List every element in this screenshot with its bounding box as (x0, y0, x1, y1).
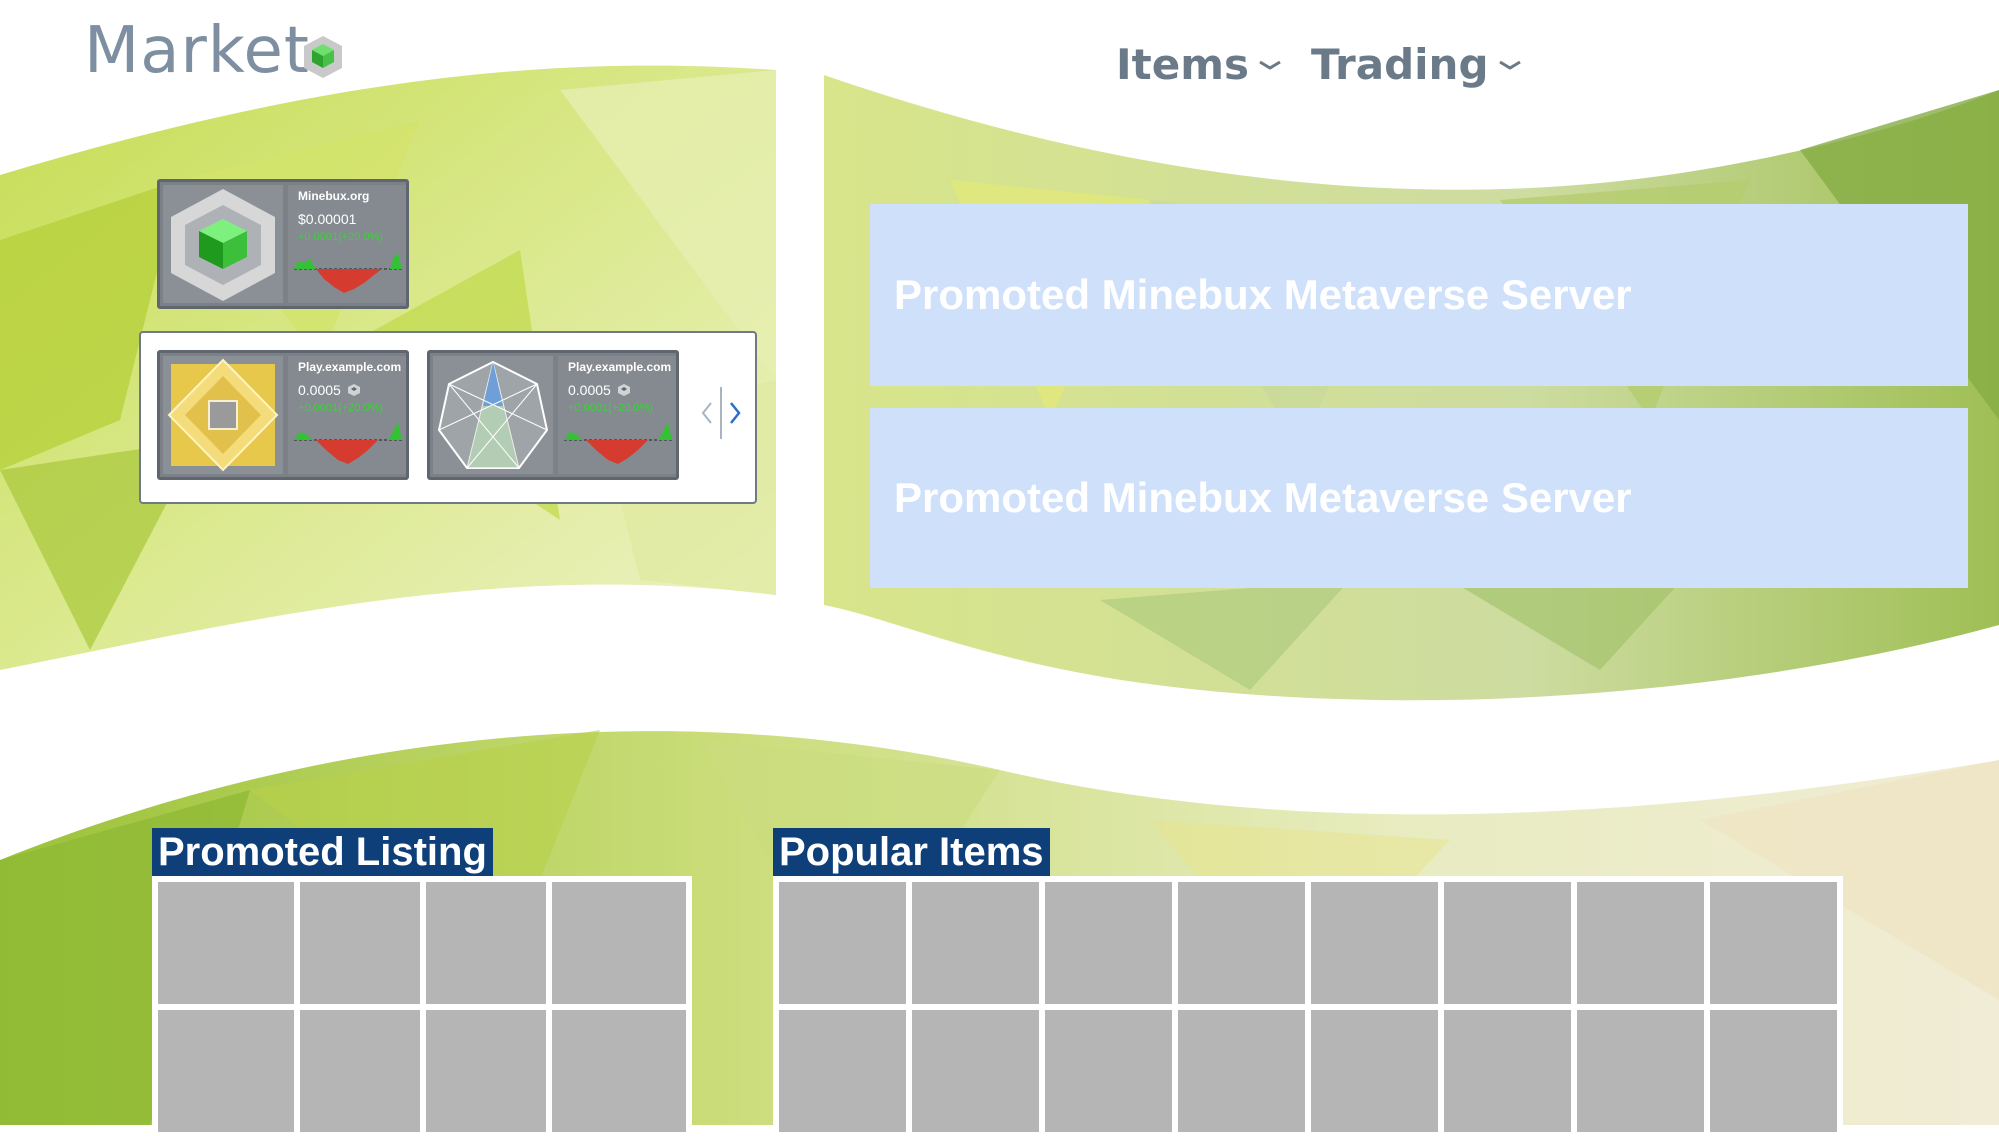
ticker-carousel: Play.example.com 0.0005 +0.0001(+20.0%) (139, 331, 757, 504)
ticker-site: Minebux.org (298, 189, 370, 203)
ticker-site: Play.example.com (298, 360, 402, 374)
promoted-listing-slot[interactable] (300, 882, 420, 1004)
green-cube-icon (304, 36, 342, 78)
popular-item-slot[interactable] (1311, 882, 1438, 1004)
featured-ticker-card[interactable]: Minebux.org $0.00001 +0.0001(+20.0%) (157, 179, 409, 309)
coin-icon (617, 384, 630, 396)
promoted-listing-slot[interactable] (552, 882, 686, 1004)
promoted-listing-grid (152, 876, 692, 1136)
ticker-card-2[interactable]: Play.example.com 0.0005 +0.0001(+20.0%) (427, 350, 679, 480)
popular-item-slot[interactable] (1045, 1010, 1172, 1132)
ticker-change: +0.0001(+20.0%) (298, 231, 384, 243)
promoted-server-banner-2[interactable]: Promoted Minebux Metaverse Server (870, 408, 1968, 588)
carousel-arrows-icon[interactable] (701, 383, 749, 443)
popular-item-slot[interactable] (1577, 1010, 1704, 1132)
popular-item-slot[interactable] (1444, 882, 1571, 1004)
popular-item-slot[interactable] (1178, 882, 1305, 1004)
price-sparkline (294, 422, 402, 464)
ticker-change: +0.0001(+20.0%) (298, 402, 384, 414)
ticker-price-value: 0.0005 (298, 382, 341, 398)
ticker-site: Play.example.com (568, 360, 672, 374)
page-title: Market (84, 14, 310, 88)
popular-item-slot[interactable] (1710, 1010, 1837, 1132)
price-sparkline (294, 253, 402, 293)
nav-trading-label: Trading (1311, 40, 1489, 89)
ticker-price-value: 0.0005 (568, 382, 611, 398)
ticker-card-1[interactable]: Play.example.com 0.0005 +0.0001(+20.0%) (157, 350, 409, 480)
popular-item-slot[interactable] (1311, 1010, 1438, 1132)
ticker-price: 0.0005 (298, 382, 361, 398)
ticker-price: $0.00001 (298, 211, 357, 227)
popular-item-slot[interactable] (1045, 882, 1172, 1004)
popular-item-slot[interactable] (1710, 882, 1837, 1004)
chevron-down-icon (1259, 60, 1281, 70)
green-cube-icon (163, 185, 283, 303)
promoted-listing-title: Promoted Listing (152, 828, 493, 876)
nav-trading-menu[interactable]: Trading (1311, 40, 1521, 89)
coin-icon (347, 384, 360, 396)
ticker-price: 0.0005 (568, 382, 631, 398)
popular-items-grid (773, 876, 1843, 1136)
popular-item-slot[interactable] (779, 882, 906, 1004)
ticker-info: Minebux.org $0.00001 +0.0001(+20.0%) (288, 185, 406, 303)
popular-item-slot[interactable] (1577, 882, 1704, 1004)
promoted-listing-slot[interactable] (426, 882, 546, 1004)
popular-item-slot[interactable] (1444, 1010, 1571, 1132)
popular-items-title: Popular Items (773, 828, 1050, 876)
popular-item-slot[interactable] (912, 882, 1039, 1004)
nav-items-label: Items (1116, 40, 1249, 89)
heptagon-icon (433, 356, 553, 474)
popular-item-slot[interactable] (912, 1010, 1039, 1132)
gold-diamond-icon (163, 356, 283, 474)
ticker-info: Play.example.com 0.0005 +0.0001(+20.0%) (288, 356, 406, 474)
promoted-server-banner-1[interactable]: Promoted Minebux Metaverse Server (870, 204, 1968, 386)
chevron-down-icon (1498, 60, 1521, 70)
promoted-listing-slot[interactable] (158, 882, 294, 1004)
popular-item-slot[interactable] (1178, 1010, 1305, 1132)
ticker-change: +0.0001(+20.0%) (568, 402, 654, 414)
price-sparkline (564, 422, 672, 464)
popular-item-slot[interactable] (779, 1010, 906, 1132)
promoted-listing-slot[interactable] (300, 1010, 420, 1132)
promoted-listing-slot[interactable] (158, 1010, 294, 1132)
ticker-info: Play.example.com 0.0005 +0.0001(+20.0%) (558, 356, 676, 474)
promoted-listing-slot[interactable] (426, 1010, 546, 1132)
promoted-listing-slot[interactable] (552, 1010, 686, 1132)
nav-items-menu[interactable]: Items (1116, 40, 1281, 89)
